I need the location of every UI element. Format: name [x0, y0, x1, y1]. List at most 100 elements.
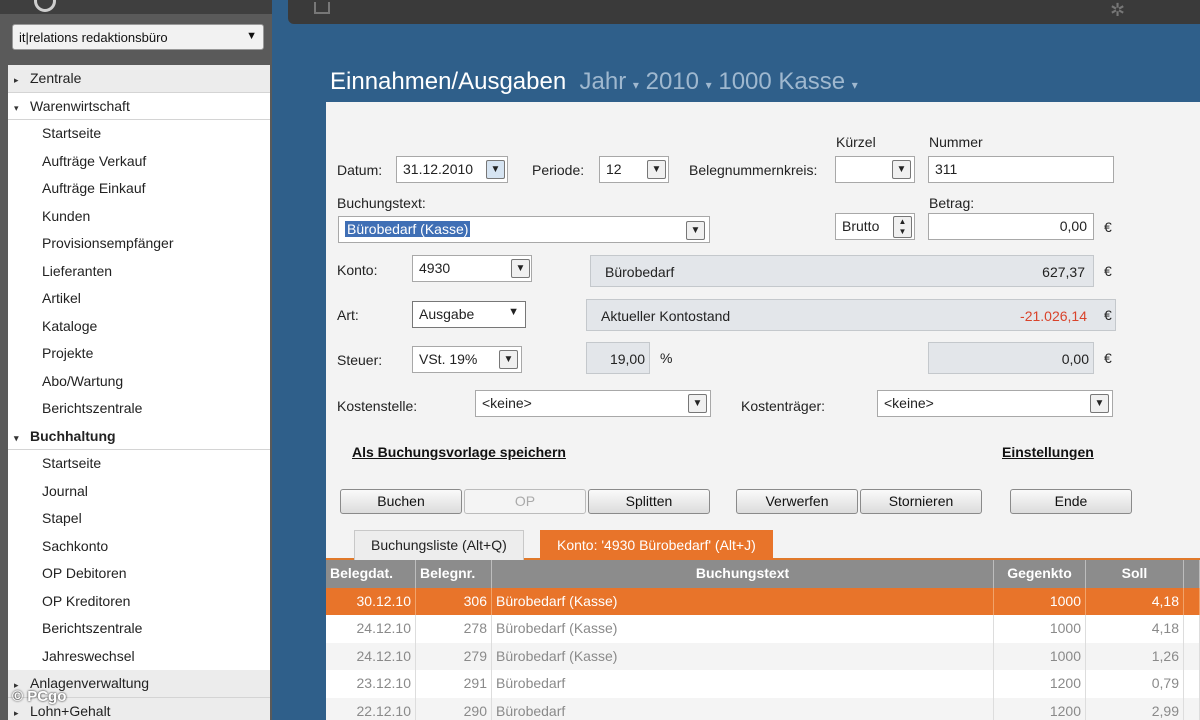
col-gegenkto[interactable]: Gegenkto	[994, 560, 1086, 588]
brutto-spinner-icon[interactable]: ▲ ▼	[893, 216, 912, 238]
table-row[interactable]: 24.12.10 278 Bürobedarf (Kasse) 1000 4,18	[326, 615, 1200, 643]
steuer-label: Steuer:	[337, 352, 383, 368]
sidebar-item-provisionsempfänger[interactable]: Provisionsempfänger	[8, 230, 270, 258]
cell-gegenkto: 1200	[994, 670, 1086, 698]
sidebar-item-sachkonto[interactable]: Sachkonto	[8, 533, 270, 561]
buchungstext-field[interactable]: Bürobedarf (Kasse)	[338, 216, 710, 243]
col-belegdat[interactable]: Belegdat.	[326, 560, 416, 588]
sidebar-item-lieferanten[interactable]: Lieferanten	[8, 258, 270, 286]
cell-soll: 4,18	[1086, 615, 1184, 643]
cell-buchungstext: Bürobedarf (Kasse)	[492, 587, 994, 615]
art-select[interactable]: Ausgabe ▼	[412, 301, 526, 328]
col-soll[interactable]: Soll	[1086, 560, 1184, 588]
kostenstelle-label: Kostenstelle:	[337, 398, 418, 414]
sidebar: it|relations redaktionsbüro ▼ ▸ Zentrale ▾…	[0, 0, 272, 720]
cell-soll: 2,99	[1086, 697, 1184, 720]
sidebar-item-stapel[interactable]: Stapel	[8, 505, 270, 533]
konto-amount: 627,37	[1042, 264, 1085, 280]
table-row[interactable]: 24.12.10 279 Bürobedarf (Kasse) 1000 1,26	[326, 642, 1200, 670]
cell-more	[1184, 642, 1200, 670]
verwerfen-button[interactable]: Verwerfen	[736, 489, 858, 514]
sidebar-item-op-kreditoren[interactable]: OP Kreditoren	[8, 588, 270, 616]
col-buchungstext[interactable]: Buchungstext	[492, 560, 994, 588]
sidebar-item-zentrale[interactable]: ▸ Zentrale	[8, 65, 270, 93]
settings-icon[interactable]: ✲	[1110, 0, 1125, 21]
table-row[interactable]: 23.12.10 291 Bürobedarf 1200 0,79	[326, 670, 1200, 698]
title-main: Einnahmen/Ausgaben	[330, 68, 567, 95]
splitten-button[interactable]: Splitten	[588, 489, 710, 514]
kontostand-currency: €	[1104, 307, 1112, 323]
art-label: Art:	[337, 307, 359, 323]
cell-more	[1184, 670, 1200, 698]
kontostand-display: Aktueller Kontostand -21.026,14	[586, 299, 1116, 331]
home-icon[interactable]	[314, 2, 330, 14]
periode-chevron-icon[interactable]: ▼	[647, 160, 666, 179]
cell-soll: 1,26	[1086, 642, 1184, 670]
tab-konto[interactable]: Konto: '4930 Bürobedarf' (Alt+J)	[540, 530, 773, 560]
betrag-currency: €	[1104, 219, 1112, 235]
datum-value: 31.12.2010	[403, 161, 474, 177]
sidebar-item-label: Abo/Wartung	[42, 372, 124, 389]
sidebar-item-buchhaltung[interactable]: ▾ Buchhaltung	[8, 422, 270, 450]
table-row[interactable]: 30.12.10 306 Bürobedarf (Kasse) 1000 4,18	[326, 587, 1200, 615]
save-template-link[interactable]: Als Buchungsvorlage speichern	[352, 444, 566, 460]
kostenstelle-select[interactable]: <keine>	[475, 390, 711, 417]
sidebar-item-label: Jahreswechsel	[42, 647, 135, 664]
company-select[interactable]: it|relations redaktionsbüro ▼	[12, 24, 264, 50]
sidebar-item-artikel[interactable]: Artikel	[8, 285, 270, 313]
cell-soll: 4,18	[1086, 587, 1184, 615]
crumb-account[interactable]: 1000 Kasse	[718, 68, 845, 95]
stornieren-button[interactable]: Stornieren	[860, 489, 982, 514]
chevron-down-icon: ▼	[246, 30, 257, 42]
betrag-field[interactable]: 0,00	[928, 213, 1094, 240]
kontostand-label: Aktueller Kontostand	[601, 308, 731, 324]
crumb-year-value-chevron-icon[interactable]: ▾	[706, 78, 712, 92]
sidebar-item-aufträge-einkauf[interactable]: Aufträge Einkauf	[8, 175, 270, 203]
tab-buchungsliste[interactable]: Buchungsliste (Alt+Q)	[354, 530, 524, 560]
kuerzel-chevron-icon[interactable]: ▼	[892, 160, 911, 179]
cell-gegenkto: 1200	[994, 697, 1086, 720]
crumb-account-chevron-icon[interactable]: ▾	[852, 78, 858, 92]
sidebar-item-kunden[interactable]: Kunden	[8, 203, 270, 231]
crumb-year-label[interactable]: Jahr	[580, 68, 627, 95]
kostenstelle-chevron-icon[interactable]: ▼	[688, 394, 707, 413]
crumb-year-value[interactable]: 2010	[646, 68, 699, 95]
cell-more	[1184, 697, 1200, 720]
sidebar-item-abo-wartung[interactable]: Abo/Wartung	[8, 368, 270, 396]
op-button[interactable]: OP	[464, 489, 586, 514]
sidebar-item-kataloge[interactable]: Kataloge	[8, 313, 270, 341]
cell-buchungstext: Bürobedarf	[492, 670, 994, 698]
sidebar-item-projekte[interactable]: Projekte	[8, 340, 270, 368]
datum-calendar-icon[interactable]: ▼	[486, 160, 505, 179]
sidebar-item-jahreswechsel[interactable]: Jahreswechsel	[8, 643, 270, 671]
steuer-value: VSt. 19%	[419, 351, 478, 367]
settings-link[interactable]: Einstellungen	[1002, 444, 1094, 460]
konto-chevron-icon[interactable]: ▼	[511, 259, 530, 278]
buchen-button[interactable]: Buchen	[340, 489, 462, 514]
table-row[interactable]: 22.12.10 290 Bürobedarf 1200 2,99	[326, 697, 1200, 720]
cell-belegdat: 23.12.10	[326, 670, 416, 698]
steuer-chevron-icon[interactable]: ▼	[499, 350, 518, 369]
sidebar-item-op-debitoren[interactable]: OP Debitoren	[8, 560, 270, 588]
sidebar-item-berichtszentrale[interactable]: Berichtszentrale	[8, 615, 270, 643]
sidebar-item-label: Kataloge	[42, 317, 98, 334]
kostentraeger-select[interactable]: <keine>	[877, 390, 1113, 417]
ende-button[interactable]: Ende	[1010, 489, 1132, 514]
sidebar-item-berichtszentrale[interactable]: Berichtszentrale	[8, 395, 270, 423]
sidebar-item-aufträge-verkauf[interactable]: Aufträge Verkauf	[8, 148, 270, 176]
cell-gegenkto: 1000	[994, 615, 1086, 643]
company-label: it|relations redaktionsbüro	[19, 30, 168, 45]
sidebar-item-startseite[interactable]: Startseite	[8, 120, 270, 148]
sidebar-item-label: Kunden	[42, 207, 91, 224]
sidebar-item-warenwirtschaft[interactable]: ▾ Warenwirtschaft	[8, 92, 270, 120]
sidebar-item-journal[interactable]: Journal	[8, 478, 270, 506]
sidebar-item-label: Projekte	[42, 345, 94, 361]
sidebar-item-startseite[interactable]: Startseite	[8, 450, 270, 478]
kostentraeger-chevron-icon[interactable]: ▼	[1090, 394, 1109, 413]
crumb-year-chevron-icon[interactable]: ▾	[633, 78, 639, 92]
nummer-field[interactable]: 311	[928, 156, 1114, 183]
buchungstext-label: Buchungstext:	[337, 195, 426, 211]
col-belegnr[interactable]: Belegnr.	[416, 560, 492, 588]
buchungstext-chevron-icon[interactable]: ▼	[686, 221, 705, 240]
cell-more	[1184, 587, 1200, 615]
